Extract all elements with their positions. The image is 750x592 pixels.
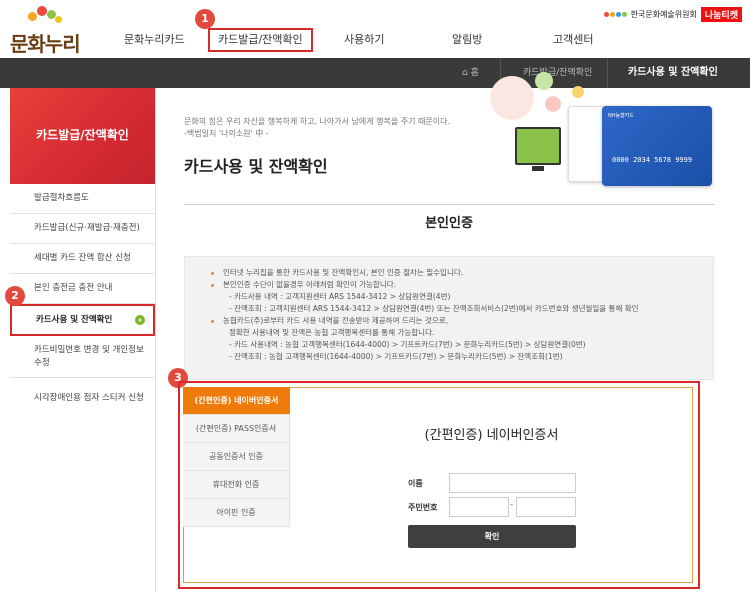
sidebar-item-label: 카드발급(신규·재발급·재충전) bbox=[34, 223, 140, 234]
quote-line: 문화의 힘은 우리 자신을 행복하게 하고, 나아가서 남에게 행복을 주기 때… bbox=[184, 117, 451, 126]
page-quote: 문화의 힘은 우리 자신을 행복하게 하고, 나아가서 남에게 행복을 주기 때… bbox=[184, 116, 450, 140]
card-image-blue: NH농협카드 0000 2034 5678 9999 bbox=[602, 106, 712, 186]
info-line: - 카드 사용내역 : 농협 고객행복센터(1644-4000) > 기프트카드… bbox=[229, 340, 586, 349]
quote-source: -백범일지 '나의소원' 中 - bbox=[184, 129, 269, 138]
sidebar-item-household-balance[interactable]: 세대별 카드 잔액 합산 신청 bbox=[10, 244, 155, 274]
info-list: 인터넷 누리집을 통한 카드사용 및 잔액확인시, 본인 인증 절차는 필수입니… bbox=[211, 267, 639, 363]
ssn-dash: - bbox=[510, 500, 514, 510]
arko-link[interactable]: 한국문화예술위원회 bbox=[631, 9, 697, 20]
sidebar-divider bbox=[155, 88, 156, 592]
sidebar-menu: 발급절차흐름도 카드발급(신규·재발급·재충전) 세대별 카드 잔액 합산 신청… bbox=[10, 184, 155, 418]
decor-circle bbox=[490, 76, 534, 120]
sidebar-item-issue-flow[interactable]: 발급절차흐름도 bbox=[10, 184, 155, 214]
home-icon: ⌂ bbox=[462, 68, 468, 78]
card-number: 0000 2034 5678 9999 bbox=[612, 156, 693, 164]
info-line: 본인인증 수단이 없을경우 아래처럼 확인이 가능합니다. bbox=[211, 279, 639, 291]
monitor-stand bbox=[532, 166, 544, 171]
card-brand: NH농협카드 bbox=[608, 113, 634, 119]
page-title: 카드사용 및 잔액확인 bbox=[184, 157, 328, 176]
monitor-icon bbox=[515, 127, 561, 165]
decor-circle bbox=[545, 96, 561, 112]
sidebar-item-braille-sticker[interactable]: 시각장애인용 점자 스티커 신청 bbox=[10, 378, 155, 418]
tab-naver-cert[interactable]: (간편인증) 네이버인증서 bbox=[183, 387, 290, 415]
sidebar-item-label: 시각장애인용 점자 스티커 신청 bbox=[34, 392, 144, 403]
decor-circle bbox=[572, 86, 584, 98]
arko-logo-icon bbox=[603, 11, 627, 17]
logo-flower-icon bbox=[24, 6, 64, 26]
nav-notice[interactable]: 알림방 bbox=[452, 28, 482, 52]
breadcrumb-current: 카드사용 및 잔액확인 bbox=[628, 67, 718, 78]
tab-ipin[interactable]: 아이핀 인증 bbox=[183, 499, 290, 527]
breadcrumb-parent[interactable]: 카드발급/잔액확인 bbox=[523, 58, 592, 88]
info-line: 정확한 사용내역 및 잔액은 농협 고객행복센터를 통해 가능합니다. bbox=[229, 328, 435, 337]
nav-munhwanuri-card[interactable]: 문화누리카드 bbox=[124, 28, 185, 52]
tab-mobile-phone[interactable]: 휴대전화 인증 bbox=[183, 471, 290, 499]
sidebar-item-label: 발급절차흐름도 bbox=[34, 193, 89, 204]
nav-customer-center[interactable]: 고객센터 bbox=[553, 28, 593, 52]
ssn-back-input[interactable] bbox=[516, 497, 576, 517]
breadcrumb-home[interactable]: ⌂ 홈 bbox=[462, 58, 479, 88]
confirm-button[interactable]: 확인 bbox=[408, 525, 576, 548]
nav-card-issue-balance[interactable]: 카드발급/잔액확인 bbox=[208, 28, 313, 52]
info-line: 농협카드(주)로부터 카드 사용 내역을 전송받아 제공하여 드리는 것으로, bbox=[211, 315, 639, 327]
sidebar-item-usage-balance[interactable]: 카드사용 및 잔액확인 bbox=[10, 304, 155, 336]
tab-joint-cert[interactable]: 공동인증서 인증 bbox=[183, 443, 290, 471]
section-title: 본인인증 bbox=[425, 216, 473, 231]
breadcrumb-bar: ⌂ 홈 카드발급/잔액확인 카드사용 및 잔액확인 bbox=[0, 58, 750, 88]
name-input[interactable] bbox=[449, 473, 576, 493]
nav-how-to-use[interactable]: 사용하기 bbox=[344, 28, 384, 52]
info-line: - 잔액조회 : 농협 고객행복센터(1644-4000) > 기프트카드(7번… bbox=[229, 352, 563, 361]
info-box: 인터넷 누리집을 통한 카드사용 및 잔액확인시, 본인 인증 절차는 필수입니… bbox=[184, 256, 714, 380]
site-header: 문화누리 문화누리카드 카드발급/잔액확인 사용하기 알림방 고객센터 한국문화… bbox=[0, 0, 750, 58]
info-line: - 잔액조회 : 고객지원센터 ARS 1544-3412 > 상담원연결(4번… bbox=[229, 304, 639, 313]
step-badge-1: 1 bbox=[195, 9, 215, 29]
sidebar-item-label: 본인 충전금 충전 안내 bbox=[34, 283, 113, 294]
sidebar-title: 카드발급/잔액확인 bbox=[36, 128, 129, 142]
sidebar-item-self-charge[interactable]: 본인 충전금 충전 안내 bbox=[10, 274, 155, 304]
breadcrumb-home-label: 홈 bbox=[470, 68, 479, 78]
auth-title: (간편인증) 네이버인증서 bbox=[424, 428, 559, 443]
ssn-front-input[interactable] bbox=[449, 497, 509, 517]
sidebar-item-label: 카드사용 및 잔액확인 bbox=[36, 314, 113, 325]
sidebar-hero: 카드발급/잔액확인 bbox=[10, 88, 155, 184]
info-line: - 카드사용 내역 : 고객지원센터 ARS 1544-3412 > 상담원연결… bbox=[229, 292, 451, 301]
sidebar-item-card-issue[interactable]: 카드발급(신규·재발급·재충전) bbox=[10, 214, 155, 244]
step-badge-2: 2 bbox=[5, 286, 25, 306]
partner-links: 한국문화예술위원회 나눔티켓 bbox=[603, 6, 742, 22]
decor-circle bbox=[535, 72, 553, 90]
sidebar-item-label: 세대별 카드 잔액 합산 신청 bbox=[34, 253, 131, 264]
nanum-ticket-link[interactable]: 나눔티켓 bbox=[700, 6, 742, 22]
name-label: 이름 bbox=[408, 479, 423, 488]
auth-tabs: (간편인증) 네이버인증서 (간편인증) PASS인증서 공동인증서 인증 휴대… bbox=[183, 387, 290, 527]
arrow-right-icon bbox=[135, 315, 145, 325]
main-nav: 문화누리카드 카드발급/잔액확인 사용하기 알림방 고객센터 bbox=[0, 28, 750, 52]
ssn-label: 주민번호 bbox=[408, 503, 438, 512]
info-line: 인터넷 누리집을 통한 카드사용 및 잔액확인시, 본인 인증 절차는 필수입니… bbox=[211, 267, 639, 279]
sidebar-item-label: 카드비밀번호 변경 및 개인정보수정 bbox=[34, 344, 144, 368]
sidebar-item-password-change[interactable]: 카드비밀번호 변경 및 개인정보수정 bbox=[10, 336, 155, 378]
breadcrumb-divider bbox=[607, 58, 608, 88]
title-divider bbox=[184, 204, 714, 205]
tab-pass-cert[interactable]: (간편인증) PASS인증서 bbox=[183, 415, 290, 443]
